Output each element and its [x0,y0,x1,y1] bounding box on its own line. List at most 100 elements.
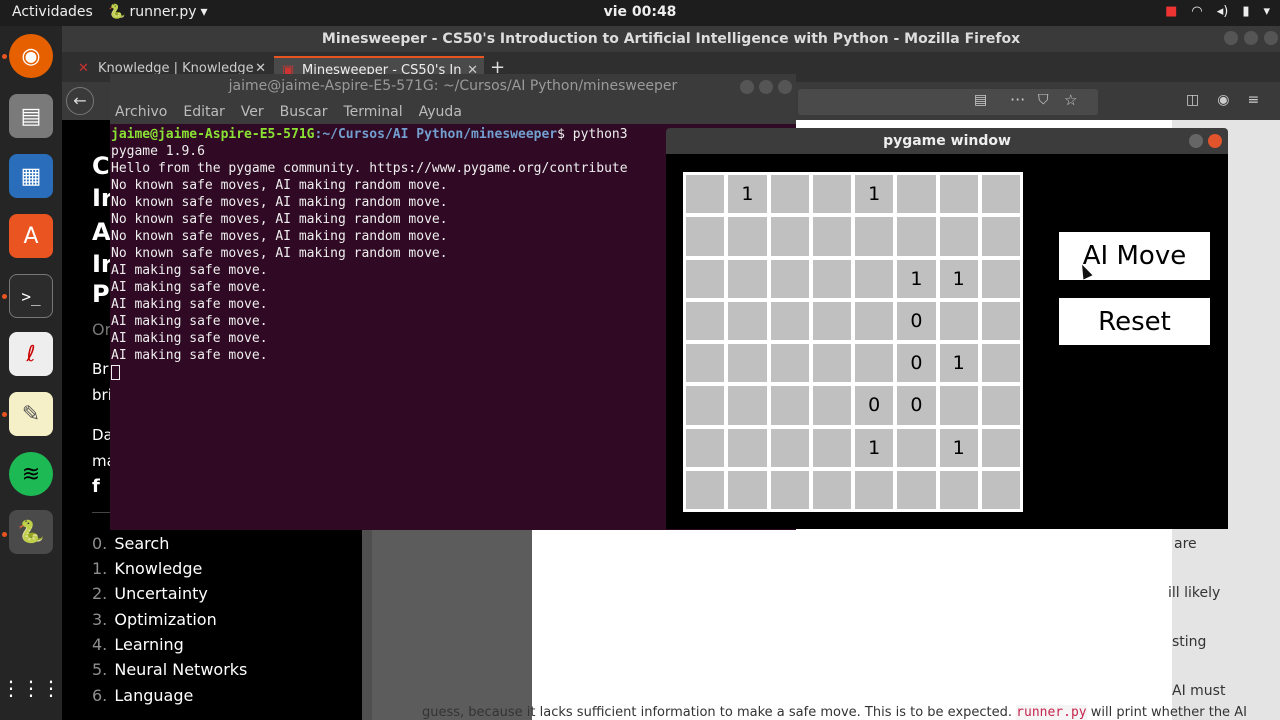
board-cell[interactable] [939,175,978,214]
lecture-link-search[interactable]: 0. Search [92,534,169,553]
board-cell[interactable] [812,217,851,256]
board-cell[interactable] [812,428,851,467]
board-cell[interactable]: 0 [855,386,894,425]
lecture-link-uncertainty[interactable]: 2. Uncertainty [92,584,208,603]
board-cell[interactable]: 1 [855,175,894,214]
board-cell[interactable] [812,259,851,298]
board-cell[interactable] [981,217,1020,256]
board-cell[interactable] [770,386,809,425]
board-cell[interactable] [897,470,936,509]
board-cell[interactable] [728,259,767,298]
minimize-button[interactable] [740,80,754,94]
board-cell[interactable] [939,386,978,425]
menu-icon[interactable]: ≡ [1247,92,1259,108]
board-cell[interactable] [770,428,809,467]
system-tray[interactable]: ■ ◠ ◂) ▮ ▾ [1165,4,1270,19]
close-button[interactable] [1264,31,1278,45]
board-cell[interactable] [981,470,1020,509]
minimize-button[interactable] [1224,31,1238,45]
board-cell[interactable] [686,217,725,256]
board-cell[interactable] [686,386,725,425]
board-cell[interactable] [939,470,978,509]
lecture-link-learning[interactable]: 4. Learning [92,635,184,654]
board-cell[interactable] [855,344,894,383]
lecture-link-neural-networks[interactable]: 5. Neural Networks [92,660,247,679]
board-cell[interactable] [855,301,894,340]
board-cell[interactable] [686,259,725,298]
board-cell[interactable] [855,470,894,509]
lecture-link-language[interactable]: 6. Language [92,686,193,705]
board-cell[interactable] [728,428,767,467]
software-icon[interactable]: A [9,214,53,258]
more-icon[interactable]: ··· [1010,90,1025,109]
board-cell[interactable] [770,217,809,256]
board-cell[interactable] [855,217,894,256]
menu-terminal[interactable]: Terminal [343,104,402,120]
spotify-icon[interactable]: ≋ [9,452,53,496]
maximize-button[interactable] [1244,31,1258,45]
files-icon[interactable]: ▤ [9,94,53,138]
board-cell[interactable] [812,175,851,214]
pygame-icon[interactable]: 🐍 [9,510,53,554]
board-cell[interactable] [686,175,725,214]
board-cell[interactable] [686,301,725,340]
board-cell[interactable]: 0 [897,386,936,425]
board-cell[interactable] [770,259,809,298]
board-cell[interactable] [981,301,1020,340]
board-cell[interactable] [686,344,725,383]
board-cell[interactable] [728,301,767,340]
reset-button[interactable]: Reset [1059,298,1210,345]
close-button[interactable] [1208,134,1222,148]
board-cell[interactable] [897,175,936,214]
board-cell[interactable]: 0 [897,301,936,340]
board-cell[interactable] [939,217,978,256]
board-cell[interactable]: 1 [939,344,978,383]
board-cell[interactable] [812,470,851,509]
board-cell[interactable]: 1 [939,259,978,298]
board-cell[interactable] [981,428,1020,467]
menu-editar[interactable]: Editar [183,104,224,120]
facebook-icon[interactable]: f [92,476,100,497]
close-button[interactable] [778,80,792,94]
board-cell[interactable] [897,428,936,467]
menu-buscar[interactable]: Buscar [280,104,328,120]
board-cell[interactable] [855,259,894,298]
board-cell[interactable]: 1 [897,259,936,298]
board-cell[interactable]: 1 [939,428,978,467]
back-button[interactable]: ← [66,87,94,115]
bookmark-star-icon[interactable]: ☆ [1064,91,1077,109]
board-cell[interactable] [770,344,809,383]
board-cell[interactable] [812,301,851,340]
evince-icon[interactable]: ℓ [9,332,53,376]
board-cell[interactable] [728,217,767,256]
firefox-icon[interactable]: ◉ [9,34,53,78]
menu-archivo[interactable]: Archivo [115,104,167,120]
board-cell[interactable] [770,470,809,509]
board-cell[interactable] [686,428,725,467]
board-cell[interactable] [770,175,809,214]
board-cell[interactable] [812,386,851,425]
clock[interactable]: vie 00:48 [0,4,1280,20]
board-cell[interactable] [686,470,725,509]
board-cell[interactable] [981,259,1020,298]
text-editor-icon[interactable]: ✎ [9,392,53,436]
writer-icon[interactable]: ▦ [9,154,53,198]
app-grid-icon[interactable]: ⋮⋮⋮ [1,666,61,710]
url-bar[interactable]: ▤ ··· ⛉ ☆ [798,89,1098,115]
menu-ayuda[interactable]: Ayuda [419,104,462,120]
board-cell[interactable]: 0 [897,344,936,383]
board-cell[interactable]: 1 [728,175,767,214]
pocket-icon[interactable]: ⛉ [1038,92,1049,108]
terminal-icon[interactable]: >_ [9,274,53,318]
board-cell[interactable] [981,344,1020,383]
board-cell[interactable] [897,217,936,256]
board-cell[interactable] [939,301,978,340]
lecture-link-optimization[interactable]: 3. Optimization [92,610,217,629]
reader-view-icon[interactable]: ▤ [974,92,987,108]
maximize-button[interactable] [759,80,773,94]
minimize-button[interactable] [1189,134,1203,148]
board-cell[interactable] [981,386,1020,425]
menu-ver[interactable]: Ver [241,104,264,120]
lecture-link-knowledge[interactable]: 1. Knowledge [92,559,202,578]
board-cell[interactable] [728,386,767,425]
